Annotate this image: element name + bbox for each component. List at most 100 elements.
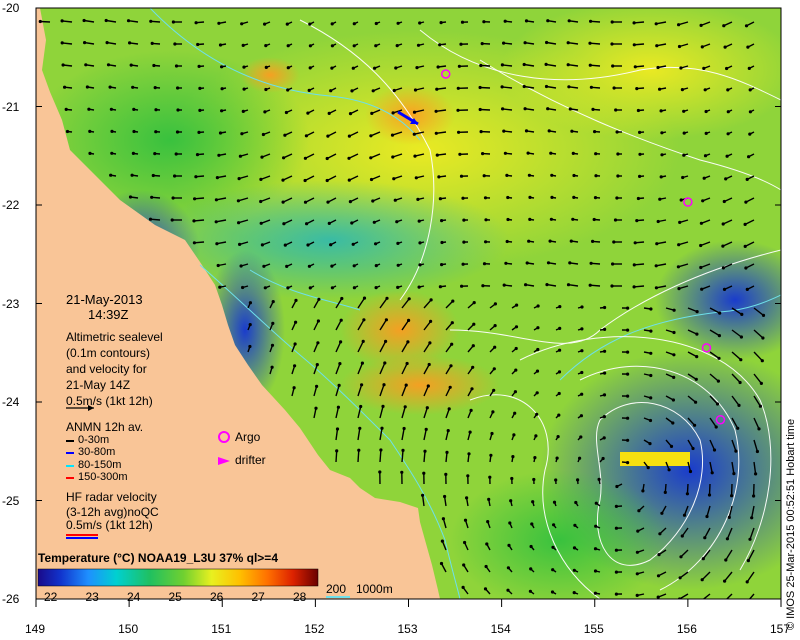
velocity-arrow-head bbox=[426, 384, 430, 388]
velocity-arrow-head bbox=[150, 41, 154, 46]
velocity-arrow-head bbox=[294, 298, 298, 302]
velocity-arrow-head bbox=[61, 63, 65, 67]
velocity-arrow-head bbox=[87, 107, 91, 111]
velocity-arrow-head bbox=[329, 89, 333, 93]
velocity-arrow-head bbox=[682, 513, 687, 517]
velocity-arrow-head bbox=[614, 548, 619, 552]
anmn-label-3: 150-300m bbox=[78, 471, 128, 483]
velocity-arrow-head bbox=[447, 407, 451, 411]
velocity-arrow-head bbox=[402, 426, 406, 431]
velocity-arrow-head bbox=[330, 44, 334, 48]
velocity-arrow-head bbox=[548, 239, 552, 243]
velocity-arrow-head bbox=[303, 200, 308, 204]
velocity-arrow-head bbox=[370, 111, 374, 115]
velocity-arrow-head bbox=[282, 156, 286, 160]
velocity-arrow-head bbox=[293, 342, 297, 346]
velocity-arrow-head bbox=[757, 427, 761, 431]
velocity-arrow-head bbox=[509, 499, 513, 503]
velocity-arrow-head bbox=[535, 412, 539, 416]
velocity-arrow-head bbox=[603, 327, 607, 331]
velocity-arrow-head bbox=[739, 335, 744, 339]
velocity-arrow-head bbox=[259, 177, 263, 181]
velocity-arrow-head bbox=[362, 318, 366, 322]
y-tick-label: -20 bbox=[2, 1, 20, 15]
velocity-arrow-head bbox=[506, 217, 510, 222]
colorbar-label: 26 bbox=[210, 590, 224, 604]
velocity-arrow-head bbox=[714, 425, 718, 429]
velocity-arrow-head bbox=[580, 392, 584, 396]
velocity-arrow-head bbox=[492, 367, 496, 371]
velocity-arrow-head bbox=[679, 555, 683, 559]
velocity-arrow-head bbox=[481, 152, 485, 156]
velocity-arrow-head bbox=[284, 110, 288, 115]
velocity-arrow-head bbox=[568, 107, 572, 111]
velocity-arrow-head bbox=[373, 66, 377, 70]
velocity-arrow-head bbox=[513, 411, 517, 415]
velocity-arrow-head bbox=[507, 543, 511, 548]
velocity-arrow-head bbox=[526, 151, 530, 155]
velocity-arrow-head bbox=[572, 195, 576, 199]
velocity-arrow-head bbox=[449, 364, 453, 368]
velocity-arrow-head bbox=[680, 88, 685, 92]
velocity-arrow-head bbox=[695, 355, 699, 359]
velocity-arrow-head bbox=[362, 296, 367, 300]
velocity-arrow-head bbox=[270, 343, 275, 347]
velocity-arrow-head bbox=[745, 602, 748, 605]
velocity-arrow-head bbox=[660, 511, 664, 515]
velocity-arrow-head bbox=[151, 173, 155, 178]
velocity-arrow-head bbox=[743, 244, 747, 248]
colorbar-label: 23 bbox=[85, 590, 99, 604]
velocity-arrow-head bbox=[500, 63, 504, 67]
velocity-arrow-head bbox=[463, 518, 468, 522]
velocity-arrow-head bbox=[737, 403, 741, 407]
velocity-arrow-head bbox=[747, 66, 751, 70]
velocity-arrow-head bbox=[678, 576, 682, 580]
velocity-arrow-head bbox=[327, 111, 331, 115]
velocity-arrow-head bbox=[503, 19, 507, 23]
velocity-arrow-head bbox=[418, 241, 422, 245]
velocity-arrow-head bbox=[304, 134, 308, 138]
velocity-arrow-head bbox=[594, 174, 598, 178]
velocity-arrow-head bbox=[611, 262, 615, 266]
y-tick-label: -24 bbox=[2, 395, 20, 409]
velocity-arrow-head bbox=[646, 466, 650, 470]
velocity-arrow-head bbox=[759, 381, 764, 385]
velocity-arrow-head bbox=[649, 329, 653, 333]
velocity-arrow-head bbox=[747, 155, 751, 159]
velocity-arrow-head bbox=[572, 546, 577, 550]
velocity-arrow-head bbox=[347, 178, 351, 182]
velocity-arrow-head bbox=[637, 509, 641, 513]
velocity-arrow-head bbox=[400, 470, 404, 474]
velocity-arrow-head bbox=[173, 174, 177, 178]
velocity-arrow-head bbox=[248, 323, 252, 327]
velocity-arrow-head bbox=[285, 22, 289, 26]
velocity-arrow-head bbox=[461, 196, 465, 200]
velocity-arrow-head bbox=[374, 264, 378, 268]
velocity-arrow-head bbox=[614, 504, 619, 508]
velocity-arrow-head bbox=[574, 500, 578, 505]
velocity-arrow-head bbox=[307, 264, 311, 268]
velocity-arrow-head bbox=[445, 450, 449, 454]
velocity-arrow-head bbox=[522, 84, 526, 89]
velocity-arrow-head bbox=[132, 129, 136, 134]
velocity-arrow-head bbox=[64, 107, 68, 111]
velocity-arrow-head bbox=[286, 286, 290, 290]
velocity-arrow-head bbox=[283, 243, 287, 247]
velocity-arrow-head bbox=[404, 383, 408, 387]
velocity-arrow-head bbox=[493, 324, 497, 328]
velocity-arrow-head bbox=[434, 109, 438, 113]
velocity-arrow-head bbox=[237, 177, 241, 181]
velocity-arrow-head bbox=[571, 151, 575, 155]
velocity-arrow-head bbox=[512, 433, 516, 437]
velocity-arrow-head bbox=[198, 108, 202, 112]
velocity-arrow-head bbox=[523, 41, 527, 45]
velocity-arrow-head bbox=[466, 474, 470, 478]
velocity-arrow-head bbox=[658, 197, 662, 201]
velocity-arrow-head bbox=[524, 283, 528, 287]
velocity-arrow-head bbox=[549, 151, 553, 155]
velocity-arrow-head bbox=[371, 89, 375, 93]
velocity-arrow-head bbox=[329, 243, 333, 247]
velocity-arrow-head bbox=[695, 310, 699, 314]
velocity-arrow-head bbox=[326, 200, 330, 204]
velocity-arrow-head bbox=[626, 328, 630, 332]
